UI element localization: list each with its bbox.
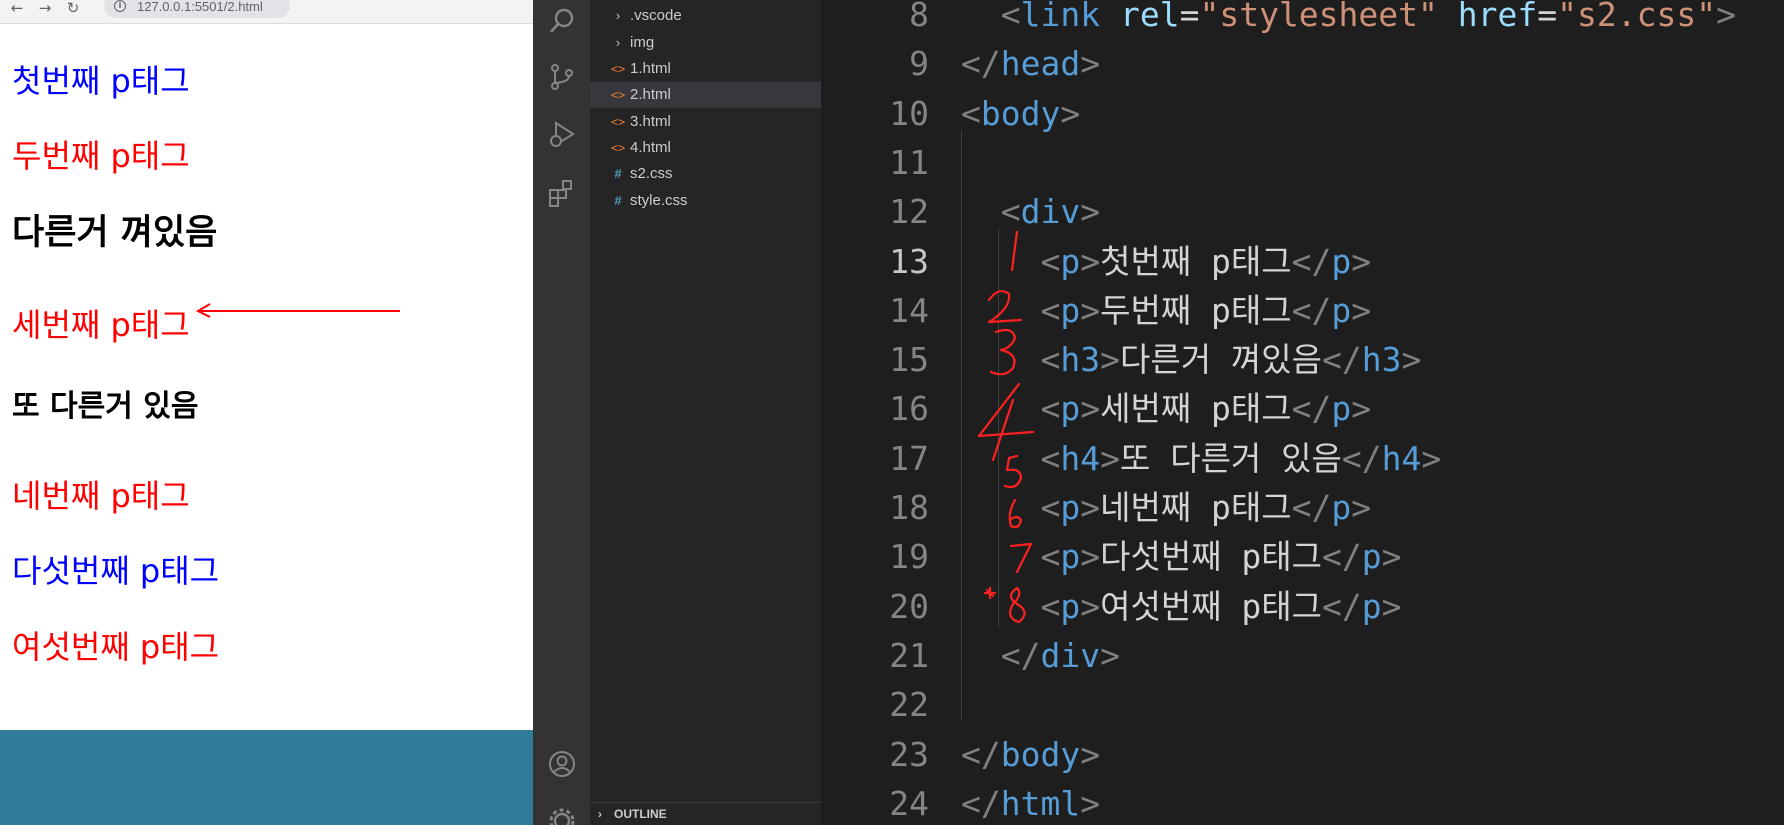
- search-icon[interactable]: [547, 6, 577, 36]
- line-number: 16: [889, 389, 929, 428]
- tree-file-4-html[interactable]: <> 4.html: [590, 135, 821, 161]
- activity-bar: [533, 0, 590, 825]
- code-line-20[interactable]: 20 <p>여섯번째 p태그</p>: [821, 582, 1784, 631]
- extensions-icon[interactable]: [547, 178, 577, 208]
- code-text[interactable]: <div>: [961, 187, 1100, 236]
- code-line-15[interactable]: 15 <h3>다른거 껴있음</h3>: [821, 335, 1784, 384]
- line-number: 24: [889, 784, 929, 823]
- line-number: 13: [889, 242, 929, 281]
- html-file-icon: <>: [610, 88, 626, 102]
- chevron-right-icon: ›: [615, 35, 621, 50]
- code-text[interactable]: </div>: [961, 631, 1120, 680]
- line-number: 10: [889, 94, 929, 133]
- page-content: 첫번째 p태그 두번째 p태그 다른거 껴있음 세번째 p태그 또 다른거 있음…: [0, 24, 533, 730]
- tree-file-style-css[interactable]: # style.css: [590, 188, 821, 214]
- page-paragraph-2: 두번째 p태그: [12, 137, 190, 175]
- account-icon[interactable]: [547, 749, 577, 779]
- page-paragraph-6: 여섯번째 p태그: [12, 628, 220, 666]
- code-line-23[interactable]: 23 </body>: [821, 730, 1784, 779]
- tree-file-1-html[interactable]: <> 1.html: [590, 56, 821, 82]
- page-heading-h3: 다른거 껴있음: [12, 213, 218, 253]
- line-number: 19: [889, 537, 929, 576]
- tree-file-3-html[interactable]: <> 3.html: [590, 109, 821, 135]
- page-heading-h4: 또 다른거 있음: [12, 389, 199, 424]
- line-number: 9: [909, 44, 929, 83]
- settings-gear-icon[interactable]: [547, 806, 577, 825]
- page-paragraph-1: 첫번째 p태그: [12, 62, 190, 100]
- html-file-icon: <>: [610, 115, 626, 129]
- tree-folder-img[interactable]: › img: [590, 30, 821, 56]
- line-number: 11: [889, 143, 929, 182]
- code-text[interactable]: <p>첫번째 p태그</p>: [961, 237, 1371, 286]
- css-file-icon: #: [614, 166, 622, 181]
- code-line-8[interactable]: 8 <link rel="stylesheet" href="s2.css">: [821, 0, 1784, 39]
- code-text[interactable]: <p>두번째 p태그</p>: [961, 286, 1371, 335]
- page-paragraph-5: 다섯번째 p태그: [12, 552, 220, 590]
- code-line-22[interactable]: 22: [821, 680, 1784, 729]
- forward-arrow-icon[interactable]: →: [36, 0, 54, 16]
- code-text[interactable]: </body>: [961, 730, 1100, 779]
- page-paragraph-3: 세번째 p태그: [12, 306, 190, 344]
- line-number: 22: [889, 685, 929, 724]
- line-number: 21: [889, 636, 929, 675]
- browser-window: ← → ↻ i 127.0.0.1:5501/2.html 첫번째 p태그 두번…: [0, 0, 533, 825]
- code-text[interactable]: <p>여섯번째 p태그</p>: [961, 582, 1401, 631]
- code-text[interactable]: <p>다섯번째 p태그</p>: [961, 532, 1401, 581]
- line-number: 18: [889, 488, 929, 527]
- code-line-9[interactable]: 9 </head>: [821, 39, 1784, 88]
- code-line-21[interactable]: 21 </div>: [821, 631, 1784, 680]
- line-number: 20: [889, 587, 929, 626]
- reload-icon[interactable]: ↻: [64, 0, 82, 16]
- info-icon[interactable]: i: [114, 0, 126, 12]
- browser-toolbar: ← → ↻ i 127.0.0.1:5501/2.html: [0, 0, 533, 24]
- html-file-icon: <>: [610, 141, 626, 155]
- line-number: 15: [889, 340, 929, 379]
- code-line-24[interactable]: 24 </html>: [821, 779, 1784, 825]
- line-number: 12: [889, 192, 929, 231]
- code-line-16[interactable]: 16 <p>세번째 p태그</p>: [821, 384, 1784, 433]
- code-text[interactable]: <h3>다른거 껴있음</h3>: [961, 335, 1421, 384]
- explorer-sidebar: › .vscode › img <> 1.html <> 2.html <> 3…: [590, 0, 821, 825]
- code-line-18[interactable]: 18 <p>네번째 p태그</p>: [821, 483, 1784, 532]
- code-text[interactable]: <h4>또 다른거 있음</h4>: [961, 434, 1441, 483]
- line-number: 17: [889, 439, 929, 478]
- outline-section-header[interactable]: › OUTLINE: [590, 802, 821, 825]
- code-text[interactable]: <p>세번째 p태그</p>: [961, 384, 1371, 433]
- code-text[interactable]: </html>: [961, 779, 1100, 825]
- page-footer-band: [0, 730, 533, 825]
- code-line-11[interactable]: 11: [821, 138, 1784, 187]
- code-line-19[interactable]: 19 <p>다섯번째 p태그</p>: [821, 532, 1784, 581]
- run-debug-icon[interactable]: [547, 119, 577, 149]
- tree-file-s2-css[interactable]: # s2.css: [590, 161, 821, 187]
- line-number: 14: [889, 291, 929, 330]
- code-line-12[interactable]: 12 <div>: [821, 187, 1784, 236]
- code-line-14[interactable]: 14 <p>두번째 p태그</p>: [821, 286, 1784, 335]
- code-text[interactable]: </head>: [961, 39, 1100, 88]
- url-text[interactable]: 127.0.0.1:5501/2.html: [137, 0, 263, 14]
- code-line-17[interactable]: 17 <h4>또 다른거 있음</h4>: [821, 434, 1784, 483]
- code-text[interactable]: <p>네번째 p태그</p>: [961, 483, 1371, 532]
- code-editor[interactable]: 8 <link rel="stylesheet" href="s2.css"> 9…: [821, 0, 1784, 825]
- page-paragraph-4: 네번째 p태그: [12, 477, 190, 515]
- line-number: 8: [909, 0, 929, 34]
- code-line-13[interactable]: 13 <p>첫번째 p태그</p>: [821, 237, 1784, 286]
- chevron-right-icon: ›: [598, 807, 602, 821]
- chevron-right-icon: ›: [615, 8, 621, 23]
- code-text[interactable]: <link rel="stylesheet" href="s2.css">: [961, 0, 1736, 39]
- html-file-icon: <>: [610, 62, 626, 76]
- code-text[interactable]: <body>: [961, 89, 1080, 138]
- back-arrow-icon[interactable]: ←: [8, 0, 26, 16]
- tree-file-2-html[interactable]: <> 2.html: [590, 82, 821, 108]
- line-number: 23: [889, 735, 929, 774]
- tree-folder-vscode[interactable]: › .vscode: [590, 3, 821, 29]
- source-control-icon[interactable]: [547, 62, 577, 92]
- code-line-10[interactable]: 10 <body>: [821, 89, 1784, 138]
- css-file-icon: #: [614, 193, 622, 208]
